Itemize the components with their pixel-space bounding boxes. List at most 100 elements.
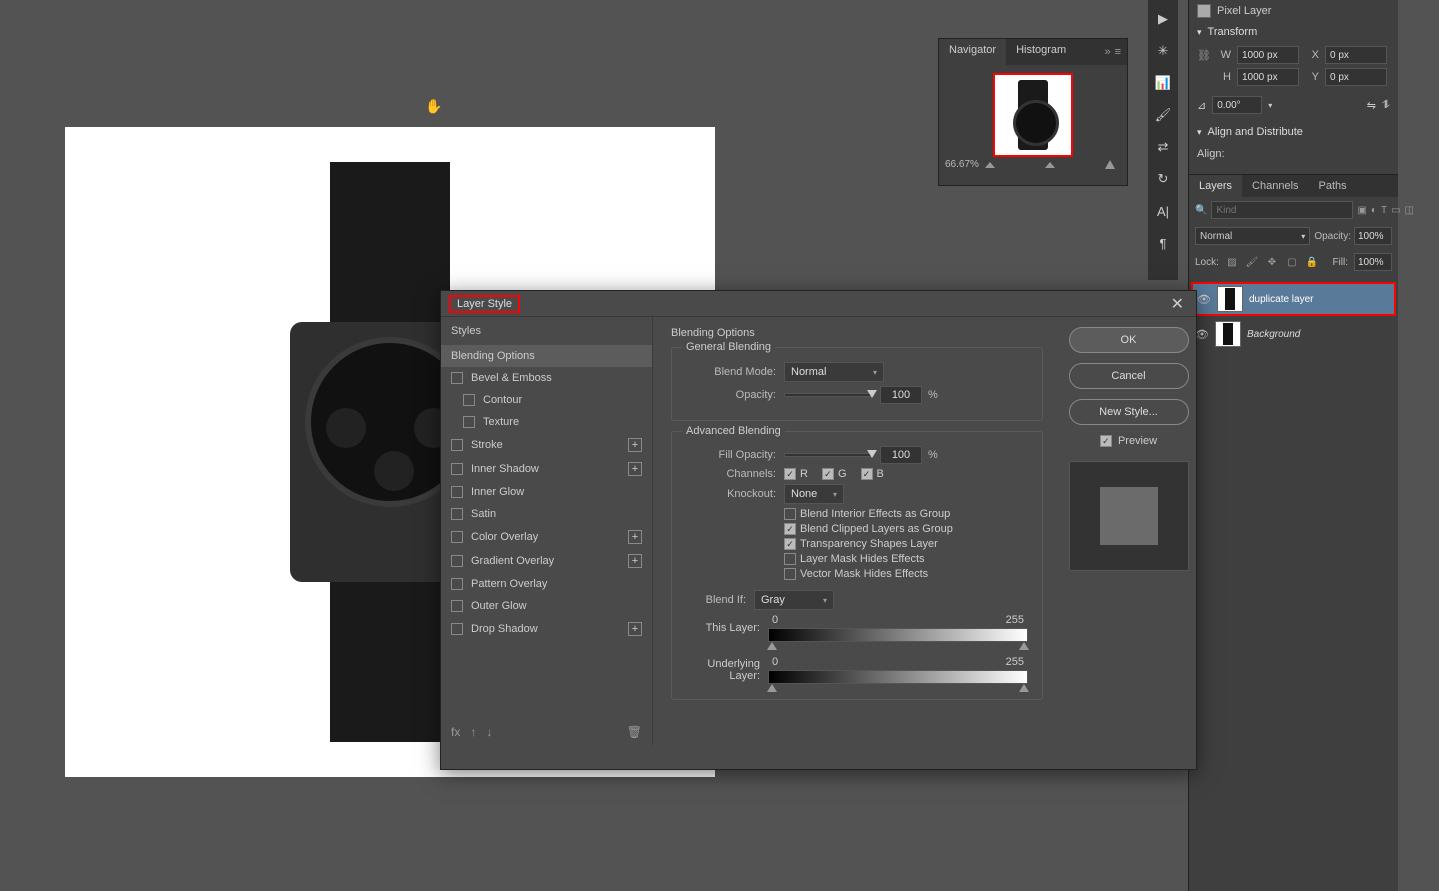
opacity-input[interactable]: [880, 386, 922, 404]
add-effect-icon[interactable]: +: [628, 438, 642, 452]
layer-name[interactable]: Background: [1247, 329, 1300, 340]
x-input[interactable]: [1325, 46, 1387, 64]
close-icon[interactable]: ✕: [1167, 294, 1188, 314]
navigator-thumbnail[interactable]: [993, 73, 1073, 157]
width-input[interactable]: [1237, 46, 1299, 64]
layer-opacity-input[interactable]: [1354, 227, 1392, 245]
link-wh-icon[interactable]: ⛓: [1197, 49, 1211, 62]
zoom-in-icon[interactable]: [1105, 160, 1115, 169]
ok-button[interactable]: OK: [1069, 327, 1189, 353]
checkbox-icon[interactable]: [784, 553, 796, 565]
adv-opt-blend-clipped-layers-as-group[interactable]: ✓Blend Clipped Layers as Group: [784, 523, 1028, 535]
style-item-bevel-emboss[interactable]: Bevel & Emboss: [441, 367, 652, 389]
adv-opt-blend-interior-effects-as-group[interactable]: Blend Interior Effects as Group: [784, 508, 1028, 520]
style-checkbox[interactable]: [451, 372, 463, 384]
layer-item-duplicate-layer[interactable]: 👁 duplicate layer: [1191, 282, 1396, 316]
filter-image-icon[interactable]: ▣: [1357, 203, 1366, 217]
this-layer-slider[interactable]: [768, 628, 1028, 642]
fx-icon[interactable]: fx: [451, 725, 460, 739]
flip-horizontal-icon[interactable]: ⇋: [1367, 99, 1376, 112]
panel-menu-icon[interactable]: ≡: [1115, 46, 1121, 58]
angle-dropdown-icon[interactable]: ▾: [1268, 101, 1272, 110]
zoom-slider-handle[interactable]: [1045, 162, 1055, 168]
filter-shape-icon[interactable]: ▭: [1391, 203, 1400, 217]
visibility-icon[interactable]: 👁: [1195, 328, 1209, 341]
angle-input[interactable]: [1212, 96, 1262, 114]
filter-type-icon[interactable]: T: [1381, 203, 1387, 217]
layer-item-background[interactable]: 👁 Background: [1191, 319, 1396, 349]
layer-thumbnail[interactable]: [1217, 286, 1243, 312]
layer-filter-input[interactable]: [1211, 201, 1353, 219]
cancel-button[interactable]: Cancel: [1069, 363, 1189, 389]
style-item-drop-shadow[interactable]: Drop Shadow+: [441, 617, 652, 641]
checkbox-icon[interactable]: ✓: [784, 523, 796, 535]
style-checkbox[interactable]: [451, 486, 463, 498]
style-item-texture[interactable]: Texture: [441, 411, 652, 433]
underlying-layer-slider[interactable]: [768, 670, 1028, 684]
dialog-titlebar[interactable]: Layer Style ✕: [441, 291, 1196, 317]
move-up-icon[interactable]: ↑: [470, 725, 476, 739]
new-style-button[interactable]: New Style...: [1069, 399, 1189, 425]
fill-opacity-input[interactable]: [880, 446, 922, 464]
adv-opt-transparency-shapes-layer[interactable]: ✓Transparency Shapes Layer: [784, 538, 1028, 550]
style-item-satin[interactable]: Satin: [441, 503, 652, 525]
collapse-icon[interactable]: »: [1104, 46, 1110, 58]
zoom-out-icon[interactable]: [985, 162, 995, 168]
style-checkbox[interactable]: [451, 555, 463, 567]
channel-g-checkbox[interactable]: ✓G: [822, 468, 847, 480]
tab-paths[interactable]: Paths: [1309, 175, 1357, 197]
blend-mode-select[interactable]: Normal▾: [784, 362, 884, 382]
character-icon[interactable]: A|: [1154, 202, 1172, 220]
add-effect-icon[interactable]: +: [628, 622, 642, 636]
lock-image-icon[interactable]: 🖌: [1245, 255, 1259, 269]
lock-all-icon[interactable]: 🔒: [1305, 255, 1319, 269]
layer-thumbnail[interactable]: [1215, 321, 1241, 347]
layer-name[interactable]: duplicate layer: [1249, 294, 1313, 305]
tab-navigator[interactable]: Navigator: [939, 39, 1006, 65]
filter-smart-icon[interactable]: ◫: [1405, 203, 1414, 217]
paragraph-icon[interactable]: ¶: [1154, 234, 1172, 252]
lock-transparent-icon[interactable]: ▨: [1225, 255, 1239, 269]
compass-icon[interactable]: ✳: [1154, 42, 1172, 60]
style-item-pattern-overlay[interactable]: Pattern Overlay: [441, 573, 652, 595]
style-checkbox[interactable]: [463, 416, 475, 428]
histogram-icon[interactable]: 📊: [1154, 74, 1172, 92]
adjustments-icon[interactable]: ⇄: [1154, 138, 1172, 156]
style-checkbox[interactable]: [463, 394, 475, 406]
style-checkbox[interactable]: [451, 578, 463, 590]
move-down-icon[interactable]: ↓: [486, 725, 492, 739]
style-checkbox[interactable]: [451, 600, 463, 612]
blend-mode-dropdown[interactable]: Normal▾: [1195, 227, 1310, 245]
style-item-stroke[interactable]: Stroke+: [441, 433, 652, 457]
style-item-color-overlay[interactable]: Color Overlay+: [441, 525, 652, 549]
height-input[interactable]: [1237, 68, 1299, 86]
checkbox-icon[interactable]: [784, 568, 796, 580]
add-effect-icon[interactable]: +: [628, 554, 642, 568]
lock-position-icon[interactable]: ✥: [1265, 255, 1279, 269]
style-checkbox[interactable]: [451, 623, 463, 635]
add-effect-icon[interactable]: +: [628, 530, 642, 544]
visibility-icon[interactable]: 👁: [1197, 293, 1211, 306]
history-icon[interactable]: ↻: [1154, 170, 1172, 188]
style-checkbox[interactable]: [451, 508, 463, 520]
checkbox-icon[interactable]: ✓: [784, 538, 796, 550]
style-item-blending-options[interactable]: Blending Options: [441, 345, 652, 367]
style-item-inner-shadow[interactable]: Inner Shadow+: [441, 457, 652, 481]
channel-b-checkbox[interactable]: ✓B: [861, 468, 884, 480]
preview-checkbox[interactable]: ✓ Preview: [1100, 435, 1157, 447]
style-item-inner-glow[interactable]: Inner Glow: [441, 481, 652, 503]
lock-artboard-icon[interactable]: ▢: [1285, 255, 1299, 269]
style-item-gradient-overlay[interactable]: Gradient Overlay+: [441, 549, 652, 573]
filter-adjust-icon[interactable]: ◐: [1371, 203, 1377, 217]
tab-histogram[interactable]: Histogram: [1006, 39, 1076, 65]
layer-fill-input[interactable]: [1354, 253, 1392, 271]
adv-opt-vector-mask-hides-effects[interactable]: Vector Mask Hides Effects: [784, 568, 1028, 580]
adv-opt-layer-mask-hides-effects[interactable]: Layer Mask Hides Effects: [784, 553, 1028, 565]
y-input[interactable]: [1325, 68, 1387, 86]
transform-header[interactable]: ▾ Transform: [1189, 22, 1398, 42]
play-icon[interactable]: ▶: [1154, 10, 1172, 28]
style-checkbox[interactable]: [451, 463, 463, 475]
checkbox-icon[interactable]: [784, 508, 796, 520]
fill-opacity-slider[interactable]: [784, 453, 874, 457]
opacity-slider[interactable]: [784, 393, 874, 397]
